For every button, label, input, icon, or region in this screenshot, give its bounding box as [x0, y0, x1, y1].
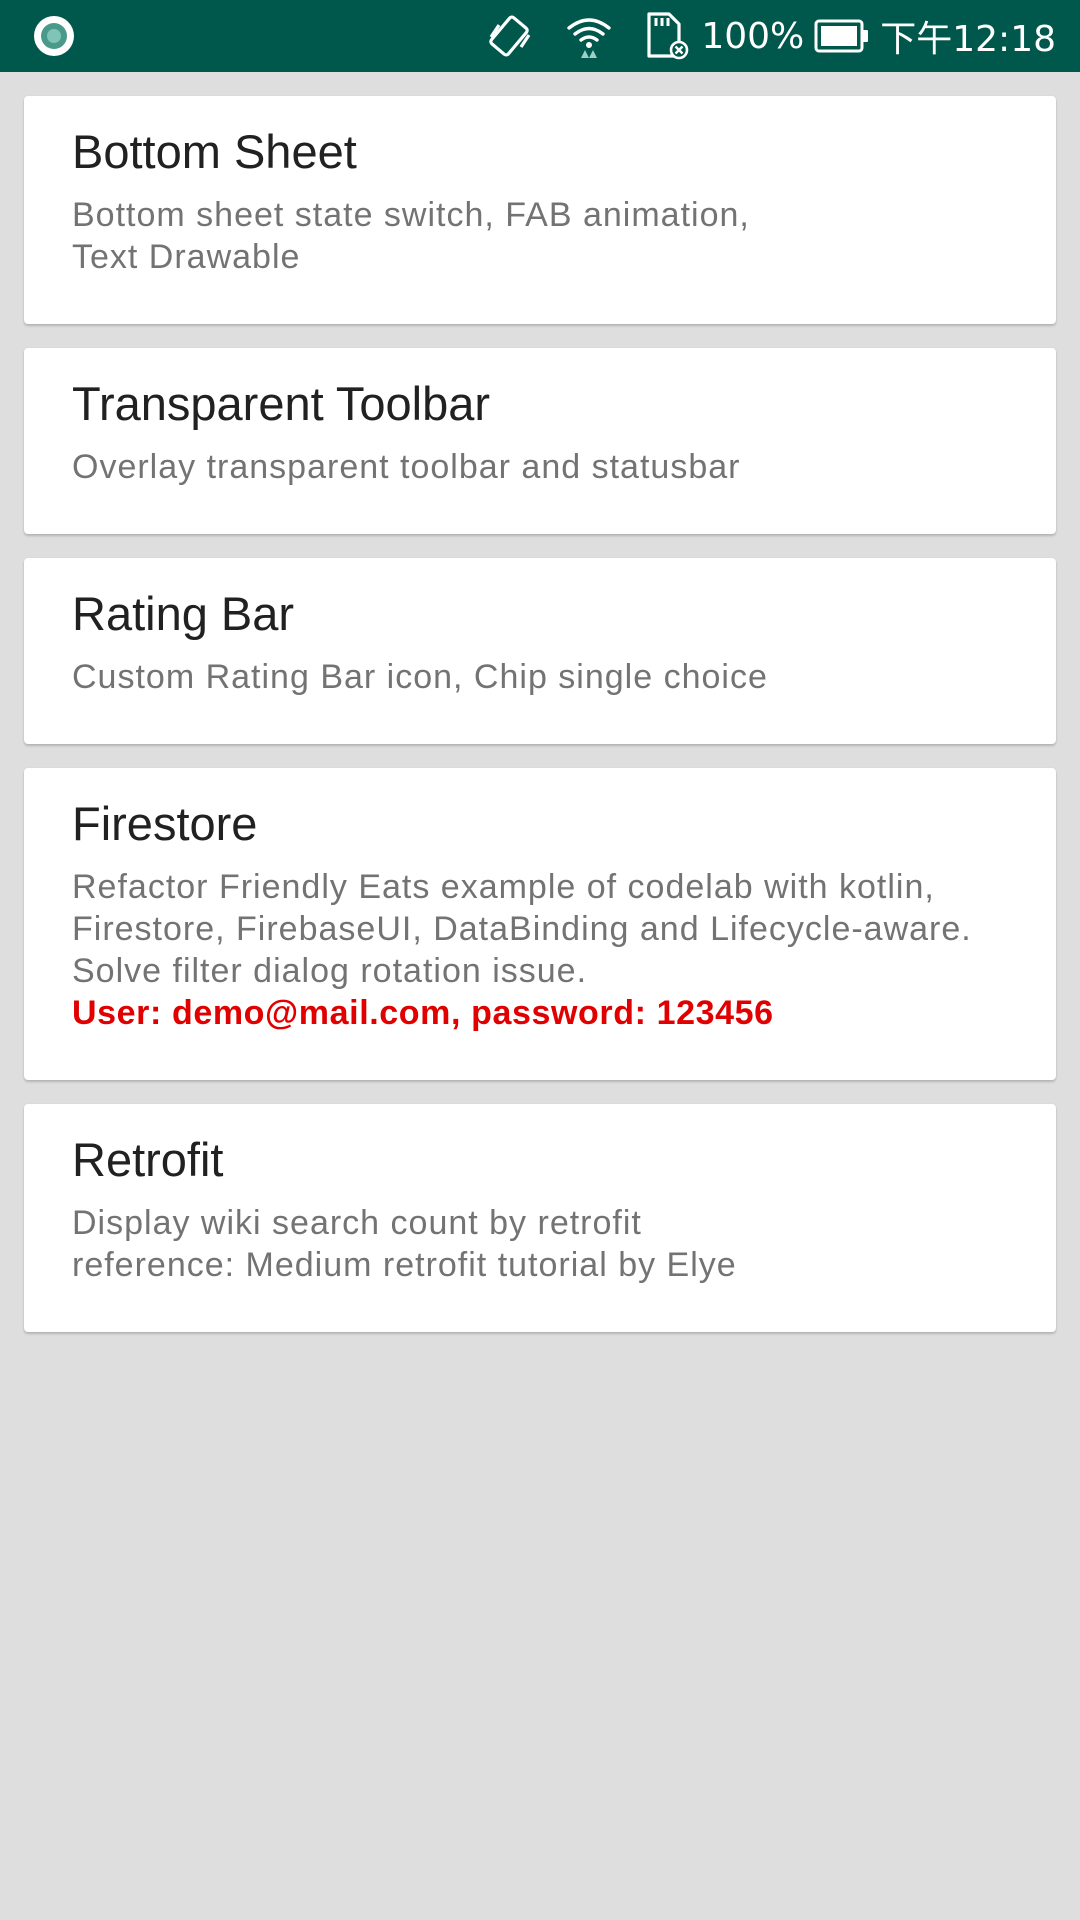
vibrate-icon: [485, 13, 535, 59]
sd-card-icon: [643, 12, 689, 60]
login-credentials-note: User: demo@mail.com, password: 123456: [72, 994, 774, 1032]
card-description-line: Solve filter dialog rotation issue.: [72, 952, 588, 990]
clock: 下午12:18: [880, 19, 1056, 60]
card-title: Rating Bar: [72, 587, 295, 640]
card-rating-bar[interactable]: Rating Bar Custom Rating Bar icon, Chip …: [24, 558, 1056, 744]
card-description-line: Refactor Friendly Eats example of codela…: [72, 868, 935, 906]
battery-icon: [814, 18, 870, 54]
battery-percent: 100%: [701, 15, 805, 57]
card-description-line: Firestore, FirebaseUI, DataBinding and L…: [72, 910, 972, 948]
card-description-line: reference: Medium retrofit tutorial by E…: [72, 1246, 737, 1284]
card-description: Refactor Friendly Eats example of codela…: [72, 866, 1008, 992]
card-firestore[interactable]: Firestore Refactor Friendly Eats example…: [24, 768, 1056, 1080]
card-description: Display wiki search count by retrofit re…: [72, 1202, 1008, 1286]
card-title: Retrofit: [72, 1133, 224, 1186]
card-description: Custom Rating Bar icon, Chip single choi…: [72, 656, 1008, 698]
card-title: Firestore: [72, 797, 258, 850]
card-transparent-toolbar[interactable]: Transparent Toolbar Overlay transparent …: [24, 348, 1056, 534]
notification-circle-icon: [32, 14, 76, 58]
status-bar: 100% 下午12:18: [0, 0, 1080, 72]
card-bottom-sheet[interactable]: Bottom Sheet Bottom sheet state switch, …: [24, 96, 1056, 324]
card-title: Bottom Sheet: [72, 125, 357, 178]
card-description-line: Bottom sheet state switch, FAB animation…: [72, 196, 750, 234]
demo-list: Bottom Sheet Bottom sheet state switch, …: [24, 96, 1056, 1356]
card-description-line: Custom Rating Bar icon, Chip single choi…: [72, 658, 768, 696]
card-title: Transparent Toolbar: [72, 377, 491, 430]
card-description-line: Display wiki search count by retrofit: [72, 1204, 642, 1242]
card-description-line: Overlay transparent toolbar and statusba…: [72, 448, 741, 486]
wifi-icon: [565, 14, 613, 58]
card-retrofit[interactable]: Retrofit Display wiki search count by re…: [24, 1104, 1056, 1332]
card-description: Bottom sheet state switch, FAB animation…: [72, 194, 1008, 278]
card-description-line: Text Drawable: [72, 238, 301, 276]
card-description: Overlay transparent toolbar and statusba…: [72, 446, 1008, 488]
